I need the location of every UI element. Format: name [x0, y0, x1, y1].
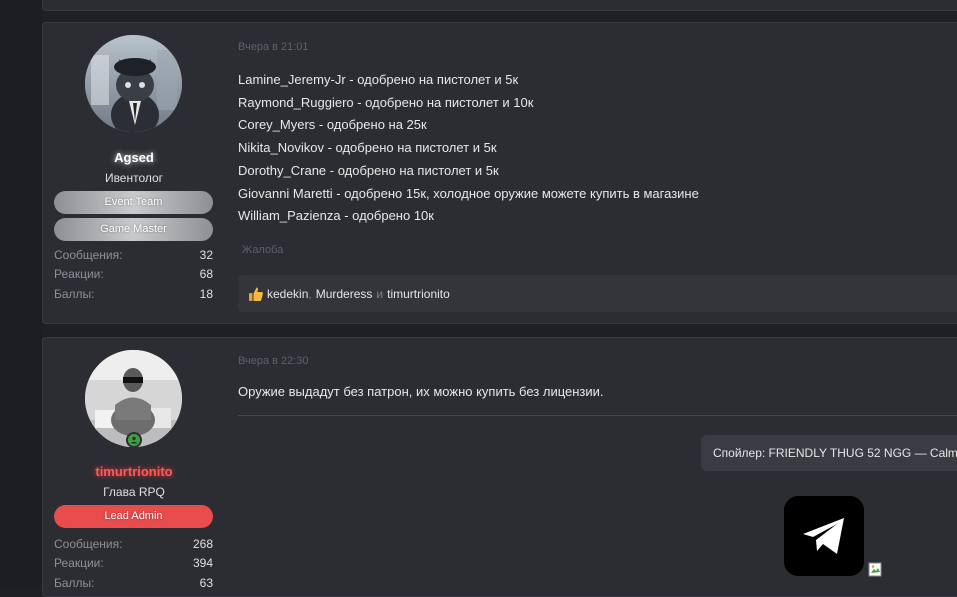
stat-reactions: Реакции: 394	[54, 556, 213, 571]
online-status-icon	[126, 432, 142, 448]
previous-post-edge	[42, 0, 957, 11]
broken-image-icon	[868, 562, 882, 577]
telegram-icon[interactable]	[784, 496, 864, 576]
reactions-bar: kedekin, Murderess и timurtrionito	[238, 275, 957, 312]
username[interactable]: Agsed	[43, 150, 225, 165]
spoiler-button[interactable]: Спойлер: FRIENDLY THUG 52 NGG — Calmer	[701, 435, 957, 471]
stat-points: Баллы: 63	[54, 575, 213, 590]
user-badge-event-team: Event Team	[54, 191, 213, 214]
post-line: Nikita_Novikov - одобрено на пистолет и …	[238, 140, 497, 156]
username[interactable]: timurtrionito	[43, 464, 225, 479]
post-line: Raymond_Ruggiero - одобрено на пистолет …	[238, 94, 534, 110]
stat-points: Баллы: 18	[54, 286, 213, 301]
post-line: William_Pazienza - одобрено 10к	[238, 208, 434, 224]
page-gutter	[0, 0, 42, 587]
post-line: Lamine_Jeremy-Jr - одобрено на пистолет …	[238, 72, 519, 87]
reaction-conjunction: и	[376, 286, 384, 301]
report-link[interactable]: Жалоба	[242, 244, 283, 256]
avatar[interactable]	[85, 35, 182, 132]
reaction-user-link[interactable]: timurtrionito	[387, 287, 450, 301]
thumbs-up-icon[interactable]	[248, 286, 264, 302]
stat-reactions: Реакции: 68	[54, 267, 213, 282]
stat-messages: Сообщения: 32	[54, 247, 213, 262]
post-line: Dorothy_Crane - одобрено на пистолет и 5…	[238, 162, 499, 178]
user-badge-game-master: Game Master	[54, 218, 213, 241]
post-date[interactable]: Вчера в 22:30	[238, 355, 309, 367]
user-title: Глава RPQ	[103, 485, 165, 499]
user-title: Ивентолог	[104, 171, 164, 185]
reaction-user-link[interactable]: Murderess	[316, 287, 373, 301]
user-stats: Сообщения: 32 Реакции: 68 Баллы: 18	[54, 245, 213, 304]
avatar-image	[85, 35, 182, 132]
post-body: Оружие выдадут без патрон, их можно купи…	[238, 384, 604, 399]
post-line: Corey_Myers - одобрено на 25к	[238, 117, 427, 133]
user-badge-lead-admin: Lead Admin	[54, 505, 213, 528]
user-stats: Сообщения: 268 Реакции: 394 Баллы: 63	[54, 534, 213, 593]
post-date[interactable]: Вчера в 21:01	[238, 41, 309, 53]
reaction-user-link[interactable]: kedekin	[267, 287, 308, 301]
post-body: Lamine_Jeremy-Jr - одобрено на пистолет …	[238, 69, 699, 228]
user-icon	[131, 436, 137, 444]
post-line: Giovanni Maretti - одобрено 15к, холодно…	[238, 185, 699, 201]
stat-messages: Сообщения: 268	[54, 536, 213, 551]
divider	[238, 415, 957, 416]
post: timurtrionito Глава RPQ Lead Admin Сообщ…	[42, 337, 957, 597]
post: Agsed Ивентолог Event Team Game Master С…	[42, 22, 957, 324]
